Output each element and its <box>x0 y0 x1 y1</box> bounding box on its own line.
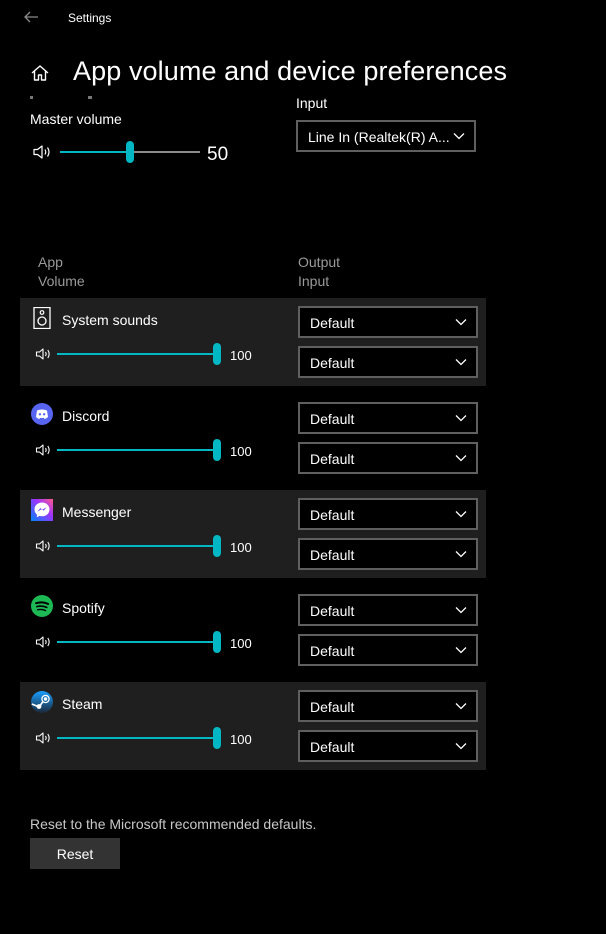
app-volume-slider[interactable] <box>57 535 221 557</box>
chevron-down-icon <box>455 415 467 422</box>
discord-icon <box>31 403 53 425</box>
chevron-down-icon <box>455 647 467 654</box>
chevron-down-icon <box>455 511 467 518</box>
cut-off-text <box>30 96 100 100</box>
volume-icon[interactable] <box>35 635 52 649</box>
app-output-dropdown[interactable]: Default <box>298 402 478 434</box>
speaker-volume-icon[interactable] <box>32 144 52 160</box>
volume-icon[interactable] <box>35 443 52 457</box>
app-output-dropdown[interactable]: Default <box>298 498 478 530</box>
app-name: System sounds <box>62 312 158 328</box>
app-input-dropdown[interactable]: Default <box>298 730 478 762</box>
chevron-down-icon <box>455 319 467 326</box>
app-volume-value: 100 <box>230 636 252 651</box>
app-row-messenger: Messenger 100 Default Default <box>0 490 606 578</box>
app-volume-value: 100 <box>230 348 252 363</box>
app-volume-slider[interactable] <box>57 439 221 461</box>
output-selected: Default <box>310 507 355 523</box>
output-selected: Default <box>310 411 355 427</box>
app-row-spotify: Spotify 100 Default Default <box>0 586 606 674</box>
app-volume-value: 100 <box>230 444 252 459</box>
app-row-system-sounds: System sounds 100 Default Default <box>0 298 606 386</box>
app-row-discord: Discord 100 Default Default <box>0 394 606 482</box>
app-volume-slider[interactable] <box>57 343 221 365</box>
input-selected: Default <box>310 547 355 563</box>
messenger-icon <box>31 499 53 521</box>
app-volume-thumb[interactable] <box>213 439 221 461</box>
app-row-steam: Steam 100 Default Default <box>0 682 606 770</box>
back-arrow-icon[interactable] <box>22 8 40 26</box>
column-header-app: App Volume <box>38 254 85 289</box>
reset-button[interactable]: Reset <box>30 838 120 869</box>
chevron-down-icon <box>455 607 467 614</box>
app-output-dropdown[interactable]: Default <box>298 594 478 626</box>
app-name: Spotify <box>62 600 105 616</box>
app-volume-thumb[interactable] <box>213 343 221 365</box>
app-output-dropdown[interactable]: Default <box>298 306 478 338</box>
app-volume-slider[interactable] <box>57 727 221 749</box>
master-volume-thumb[interactable] <box>126 141 134 163</box>
app-name: Discord <box>62 408 110 424</box>
page-title: App volume and device preferences <box>73 56 508 86</box>
spotify-icon <box>31 595 53 617</box>
chevron-down-icon <box>455 455 467 462</box>
volume-icon[interactable] <box>35 347 52 361</box>
output-selected: Default <box>310 315 355 331</box>
input-selected: Default <box>310 643 355 659</box>
app-volume-value: 100 <box>230 540 252 555</box>
home-icon[interactable] <box>30 63 50 83</box>
volume-icon[interactable] <box>35 539 52 553</box>
master-volume-slider[interactable] <box>60 141 200 163</box>
input-device-selected: Line In (Realtek(R) A... <box>308 129 450 145</box>
input-selected: Default <box>310 451 355 467</box>
app-input-dropdown[interactable]: Default <box>298 346 478 378</box>
app-input-dropdown[interactable]: Default <box>298 634 478 666</box>
input-selected: Default <box>310 739 355 755</box>
app-name: Messenger <box>62 504 132 520</box>
window-title: Settings <box>68 11 112 25</box>
chevron-down-icon <box>455 359 467 366</box>
app-volume-slider[interactable] <box>57 631 221 653</box>
app-input-dropdown[interactable]: Default <box>298 442 478 474</box>
volume-icon[interactable] <box>35 731 52 745</box>
chevron-down-icon <box>455 743 467 750</box>
output-selected: Default <box>310 699 355 715</box>
app-volume-thumb[interactable] <box>213 631 221 653</box>
chevron-down-icon <box>453 133 465 140</box>
app-volume-value: 100 <box>230 732 252 747</box>
master-volume-value: 50 <box>207 144 229 165</box>
input-label: Input <box>296 95 328 111</box>
app-name: Steam <box>62 696 103 712</box>
app-output-dropdown[interactable]: Default <box>298 690 478 722</box>
app-input-dropdown[interactable]: Default <box>298 538 478 570</box>
input-selected: Default <box>310 355 355 371</box>
master-volume-label: Master volume <box>30 111 122 127</box>
reset-description: Reset to the Microsoft recommended defau… <box>30 816 317 832</box>
app-volume-thumb[interactable] <box>213 727 221 749</box>
input-device-dropdown[interactable]: Line In (Realtek(R) A... <box>296 120 476 152</box>
speaker-icon <box>33 307 51 329</box>
chevron-down-icon <box>455 703 467 710</box>
steam-icon <box>31 691 53 713</box>
app-volume-thumb[interactable] <box>213 535 221 557</box>
column-header-output: Output Input <box>298 254 341 289</box>
output-selected: Default <box>310 603 355 619</box>
chevron-down-icon <box>455 551 467 558</box>
